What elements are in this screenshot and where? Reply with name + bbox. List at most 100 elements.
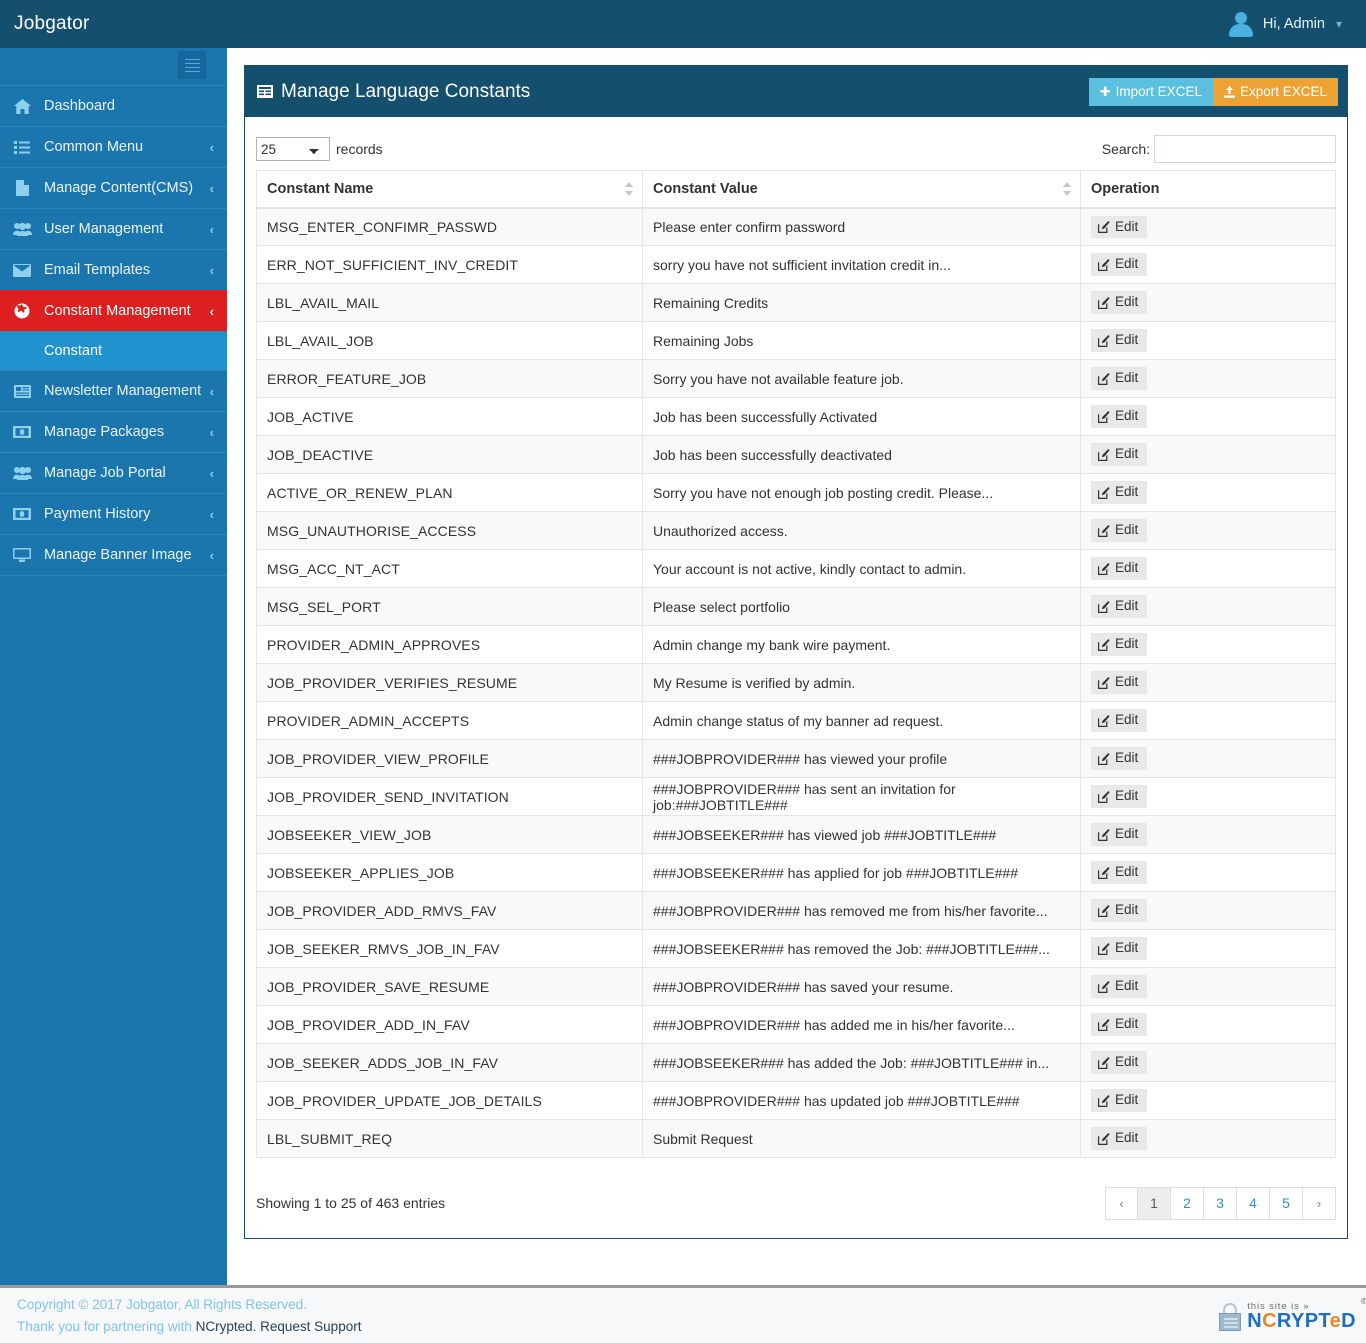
footer-text: Copyright © 2017 Jobgator, All Rights Re… xyxy=(0,1294,361,1338)
home-icon xyxy=(0,98,44,114)
sidebar-item-user-management[interactable]: User Management ‹ xyxy=(0,208,227,249)
pagination: ‹ 1 2 3 4 5 › xyxy=(1105,1186,1336,1220)
edit-button[interactable]: Edit xyxy=(1091,595,1148,618)
hamburger-menu-icon[interactable] xyxy=(178,51,206,79)
pagination-prev-button[interactable]: ‹ xyxy=(1105,1186,1138,1220)
user-menu[interactable]: Hi, Admin ▾ xyxy=(1228,0,1366,48)
cell-constant-value: Please enter confirm password xyxy=(642,207,1081,246)
sidebar-item-manage-packages[interactable]: Manage Packages ‹ xyxy=(0,411,227,452)
footer-support-link[interactable]: Request Support xyxy=(260,1319,361,1334)
pagination-page-1[interactable]: 1 xyxy=(1138,1186,1171,1220)
edit-button[interactable]: Edit xyxy=(1091,519,1148,542)
edit-button[interactable]: Edit xyxy=(1091,367,1148,390)
cell-constant-name: JOB_PROVIDER_VERIFIES_RESUME xyxy=(256,663,643,702)
chevron-down-icon[interactable]: ▾ xyxy=(1336,18,1342,30)
search-control: Search: xyxy=(1102,135,1336,163)
edit-button[interactable]: Edit xyxy=(1091,899,1148,922)
column-header-constant-name[interactable]: Constant Name xyxy=(256,170,643,209)
edit-button-label: Edit xyxy=(1115,788,1139,804)
footer-copyright: Copyright © 2017 Jobgator, All Rights Re… xyxy=(17,1296,307,1312)
cell-constant-value: ###JOBSEEKER### has viewed job ###JOBTIT… xyxy=(642,815,1081,854)
export-excel-button[interactable]: Export EXCEL xyxy=(1212,77,1338,106)
cell-operation: Edit xyxy=(1080,1081,1336,1120)
edit-button[interactable]: Edit xyxy=(1091,785,1148,808)
edit-button-label: Edit xyxy=(1115,1016,1139,1032)
sidebar-item-common-menu[interactable]: Common Menu ‹ xyxy=(0,126,227,167)
ncrypted-badge[interactable]: this site is » NCRYPTeD ® xyxy=(1217,1296,1366,1331)
table-row: ERR_NOT_SUFFICIENT_INV_CREDIT sorry you h… xyxy=(256,245,1336,284)
edit-button[interactable]: Edit xyxy=(1091,1013,1148,1036)
cell-constant-value: ###JOBPROVIDER### has updated job ###JOB… xyxy=(642,1081,1081,1120)
sidebar-item-manage-content-cms[interactable]: Manage Content(CMS) ‹ xyxy=(0,167,227,208)
footer-partner-name[interactable]: NCrypted. xyxy=(196,1319,257,1334)
list-icon xyxy=(0,140,44,154)
user-greeting: Hi, Admin xyxy=(1262,16,1325,32)
sidebar-item-manage-banner-image[interactable]: Manage Banner Image ‹ xyxy=(0,534,227,575)
pagination-page-3[interactable]: 3 xyxy=(1204,1186,1237,1220)
edit-button[interactable]: Edit xyxy=(1091,215,1148,238)
edit-button[interactable]: Edit xyxy=(1091,1089,1148,1112)
edit-button[interactable]: Edit xyxy=(1091,747,1148,770)
sidebar-item-newsletter-management[interactable]: Newsletter Management ‹ xyxy=(0,370,227,411)
edit-button[interactable]: Edit xyxy=(1091,481,1148,504)
pencil-square-icon xyxy=(1098,980,1110,993)
edit-button[interactable]: Edit xyxy=(1091,937,1148,960)
edit-button[interactable]: Edit xyxy=(1091,1051,1148,1074)
pagination-page-4[interactable]: 4 xyxy=(1237,1186,1270,1220)
edit-button[interactable]: Edit xyxy=(1091,329,1148,352)
edit-button[interactable]: Edit xyxy=(1091,291,1148,314)
sidebar-item-label: User Management xyxy=(44,221,164,237)
edit-button[interactable]: Edit xyxy=(1091,671,1148,694)
cell-constant-value: Unauthorized access. xyxy=(642,511,1081,550)
edit-button-label: Edit xyxy=(1115,446,1139,462)
pagination-next-button[interactable]: › xyxy=(1303,1186,1336,1220)
table-row: ERROR_FEATURE_JOB Sorry you have not avai… xyxy=(256,359,1336,398)
edit-button[interactable]: Edit xyxy=(1091,823,1148,846)
sidebar-subitem-constant[interactable]: Constant xyxy=(0,331,227,370)
edit-button[interactable]: Edit xyxy=(1091,443,1148,466)
table-row: JOB_PROVIDER_UPDATE_JOB_DETAILS ###JOBPRO… xyxy=(256,1081,1336,1120)
import-excel-button[interactable]: ✚ Import EXCEL xyxy=(1088,77,1213,106)
cell-constant-name: LBL_AVAIL_JOB xyxy=(256,321,643,360)
table-info: Showing 1 to 25 of 463 entries xyxy=(256,1195,446,1211)
edit-button[interactable]: Edit xyxy=(1091,1127,1148,1150)
sidebar-item-label: Email Templates xyxy=(44,262,151,278)
cell-operation: Edit xyxy=(1080,283,1336,322)
cell-operation: Edit xyxy=(1080,321,1336,360)
edit-button-label: Edit xyxy=(1115,1130,1139,1146)
pencil-square-icon xyxy=(1098,1056,1110,1069)
column-header-constant-value[interactable]: Constant Value xyxy=(642,170,1081,209)
sidebar-item-dashboard[interactable]: Dashboard xyxy=(0,85,227,126)
pagination-page-5[interactable]: 5 xyxy=(1270,1186,1303,1220)
edit-button[interactable]: Edit xyxy=(1091,405,1148,428)
plus-icon: ✚ xyxy=(1099,84,1111,99)
footer-partner-line: Thank you for partnering with NCrypted. … xyxy=(17,1316,361,1338)
app-brand[interactable]: Jobgator xyxy=(0,0,227,48)
sort-arrows-icon[interactable] xyxy=(1062,181,1071,196)
edit-button[interactable]: Edit xyxy=(1091,557,1148,580)
table-row: JOB_PROVIDER_ADD_IN_FAV ###JOBPROVIDER###… xyxy=(256,1005,1336,1044)
edit-button-label: Edit xyxy=(1115,522,1139,538)
sidebar-item-payment-history[interactable]: Payment History ‹ xyxy=(0,493,227,534)
edit-button[interactable]: Edit xyxy=(1091,861,1148,884)
pagination-page-2[interactable]: 2 xyxy=(1171,1186,1204,1220)
globe-icon xyxy=(0,303,44,319)
sidebar-item-constant-management[interactable]: Constant Management ‹ xyxy=(0,290,227,331)
pencil-square-icon xyxy=(1098,334,1110,347)
edit-button[interactable]: Edit xyxy=(1091,975,1148,998)
edit-button[interactable]: Edit xyxy=(1091,709,1148,732)
sidebar-item-manage-job-portal[interactable]: Manage Job Portal ‹ xyxy=(0,452,227,493)
page-length-select[interactable]: 102550100 xyxy=(256,137,330,161)
cell-constant-value: Submit Request xyxy=(642,1119,1081,1158)
edit-button[interactable]: Edit xyxy=(1091,633,1148,656)
cell-constant-value: Please select portfolio xyxy=(642,587,1081,626)
cell-constant-name: JOB_SEEKER_ADDS_JOB_IN_FAV xyxy=(256,1043,643,1082)
table-row: ACTIVE_OR_RENEW_PLAN Sorry you have not e… xyxy=(256,473,1336,512)
edit-button[interactable]: Edit xyxy=(1091,253,1148,276)
cell-operation: Edit xyxy=(1080,359,1336,398)
desktop-icon xyxy=(0,548,44,562)
search-input[interactable] xyxy=(1154,135,1336,163)
sort-arrows-icon[interactable] xyxy=(624,181,633,196)
newspaper-icon xyxy=(0,384,44,398)
sidebar-item-email-templates[interactable]: Email Templates ‹ xyxy=(0,249,227,290)
